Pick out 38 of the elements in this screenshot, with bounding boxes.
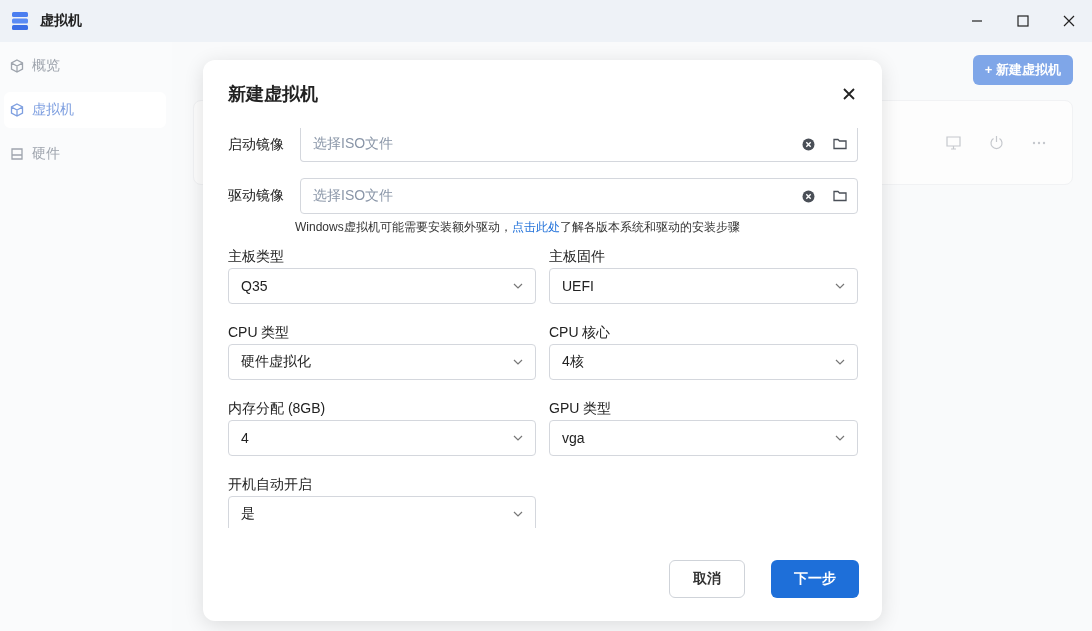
caret-icon xyxy=(835,359,845,365)
field-label: 启动镜像 xyxy=(228,135,285,154)
folder-icon[interactable] xyxy=(833,138,847,150)
cube-icon xyxy=(10,103,24,117)
caret-icon xyxy=(835,283,845,289)
close-icon[interactable] xyxy=(843,88,855,100)
select-field[interactable]: vga xyxy=(549,420,858,456)
clear-icon[interactable] xyxy=(802,189,815,203)
hint-text: Windows虚拟机可能需要安装额外驱动，点击此处了解各版本系统和驱动的安装步骤 xyxy=(295,219,741,236)
field-label: 驱动镜像 xyxy=(228,187,285,205)
next-button[interactable]: 下一步 xyxy=(771,560,859,598)
caret-icon xyxy=(835,435,845,441)
server-icon xyxy=(11,11,29,31)
select-field[interactable]: 4 xyxy=(228,420,536,456)
folder-icon[interactable] xyxy=(833,190,847,202)
field-label: GPU 类型 xyxy=(549,399,613,417)
field-label: CPU 核心 xyxy=(549,323,612,341)
caret-icon xyxy=(513,511,523,517)
caret-icon xyxy=(513,435,523,441)
clear-icon[interactable] xyxy=(802,137,815,151)
caret-icon xyxy=(513,283,523,289)
select-field[interactable]: 4核 xyxy=(549,344,858,380)
dialog-title: 新建虚拟机 xyxy=(228,83,318,106)
cancel-button[interactable]: 取消 xyxy=(669,560,745,598)
select-field[interactable]: Q35 xyxy=(228,268,536,304)
select-field[interactable]: 是 xyxy=(228,496,536,528)
drive-icon xyxy=(10,147,24,161)
help-link[interactable]: 点击此处 xyxy=(511,220,560,234)
window-title: 虚拟机 xyxy=(40,12,82,30)
select-field[interactable]: 硬件虚拟化 xyxy=(228,344,536,380)
field-label: 主板固件 xyxy=(549,247,606,265)
select-field[interactable]: UEFI xyxy=(549,268,858,304)
field-label: 开机自动开启 xyxy=(228,475,313,493)
field-label: 内存分配 (8GB) xyxy=(228,399,327,417)
cube-icon xyxy=(10,59,24,73)
caret-icon xyxy=(513,359,523,365)
field-label: 主板类型 xyxy=(228,247,285,265)
field-label: CPU 类型 xyxy=(228,323,291,341)
